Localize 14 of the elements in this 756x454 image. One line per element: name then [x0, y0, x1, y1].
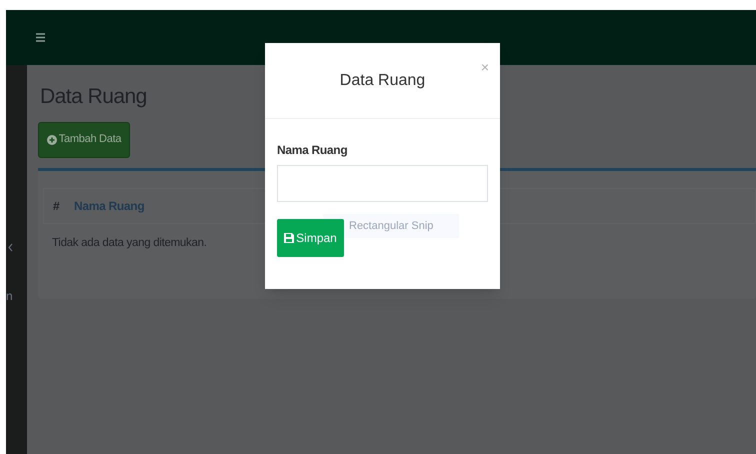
column-header: Nama Ruang	[73, 198, 144, 214]
room-name-input[interactable]	[277, 165, 488, 202]
chevron-left-icon[interactable]	[8, 243, 13, 252]
field-label: Nama Ruang	[277, 142, 348, 159]
plus-circle-icon	[46, 134, 57, 144]
close-button[interactable]: ×	[480, 60, 489, 74]
add-data-button[interactable]: Tambah Data	[38, 122, 130, 158]
sidebar-label: n	[6, 290, 13, 302]
page-title: Data Ruang	[40, 84, 147, 110]
menu-icon[interactable]	[36, 33, 45, 42]
column-header: #	[52, 198, 61, 214]
save-button[interactable]: Simpan	[277, 219, 344, 257]
empty-message: Tidak ada data yang ditemukan.	[52, 236, 207, 251]
modal-title: Data Ruang	[340, 70, 426, 90]
